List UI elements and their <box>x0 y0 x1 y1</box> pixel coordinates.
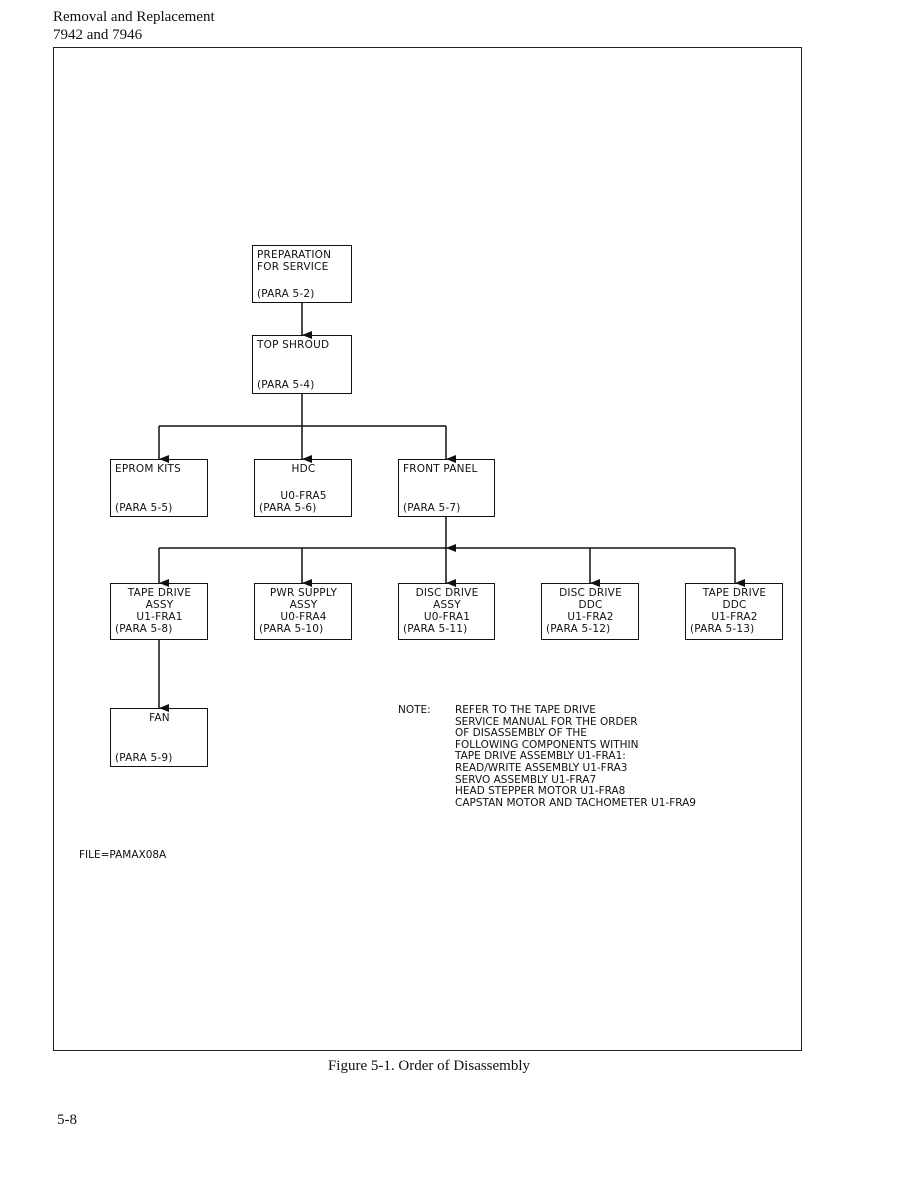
box-para: (PARA 5-2) <box>257 288 315 300</box>
box-subtitle: ASSY <box>145 599 174 611</box>
box-para: (PARA 5-10) <box>259 623 324 635</box>
box-fan: FAN (PARA 5-9) <box>110 708 208 767</box>
box-title: DISC DRIVE <box>415 587 479 599</box>
note-line: HEAD STEPPER MOTOR U1-FRA8 <box>455 785 626 798</box>
box-ref: U1-FRA2 <box>567 611 614 623</box>
box-ref: U0-FRA5 <box>280 490 327 502</box>
box-eprom-kits: EPROM KITS (PARA 5-5) <box>110 459 208 517</box>
box-title: FOR SERVICE <box>257 261 329 273</box>
box-para: (PARA 5-9) <box>115 752 173 764</box>
box-title: EPROM KITS <box>115 463 181 475</box>
manual-page: Removal and Replacement 7942 and 7946 PR… <box>0 0 918 1188</box>
box-title: FRONT PANEL <box>403 463 478 475</box>
page-number: 5-8 <box>57 1112 77 1128</box>
box-ref: U1-FRA1 <box>136 611 183 623</box>
box-para: (PARA 5-11) <box>403 623 468 635</box>
box-subtitle: DDC <box>578 599 603 611</box>
box-para: (PARA 5-12) <box>546 623 611 635</box>
note-block: NOTE: REFER TO THE TAPE DRIVE SERVICE MA… <box>398 704 696 809</box>
box-title: FAN <box>149 712 170 724</box>
note-line: READ/WRITE ASSEMBLY U1-FRA3 <box>455 761 628 774</box>
box-para: (PARA 5-13) <box>690 623 755 635</box>
box-title: DISC DRIVE <box>559 587 622 599</box>
box-ref: U1-FRA2 <box>711 611 758 623</box>
box-top-shroud: TOP SHROUD (PARA 5-4) <box>252 335 352 394</box>
box-preparation-for-service: PREPARATION FOR SERVICE (PARA 5-2) <box>252 245 352 303</box>
file-label: FILE=PAMAX08A <box>79 849 167 861</box>
box-tape-drive-ddc: TAPE DRIVE DDC U1-FRA2 (PARA 5-13) <box>685 583 783 640</box>
note-label: NOTE: <box>398 704 431 716</box>
box-title: PREPARATION <box>257 249 332 261</box>
box-para: (PARA 5-8) <box>115 623 173 635</box>
note-line: REFER TO THE TAPE DRIVE <box>455 704 596 716</box>
note-line: CAPSTAN MOTOR AND TACHOMETER U1-FRA9 <box>455 796 696 809</box>
box-disc-drive-ddc: DISC DRIVE DDC U1-FRA2 (PARA 5-12) <box>541 583 639 640</box>
box-subtitle: DDC <box>722 599 747 611</box>
box-ref: U0-FRA4 <box>280 611 327 623</box>
box-subtitle: ASSY <box>289 599 318 611</box>
box-subtitle: ASSY <box>433 599 461 611</box>
box-title: TAPE DRIVE <box>702 587 767 599</box>
figure-caption: Figure 5-1. Order of Disassembly <box>0 1058 918 1075</box>
figure-caption-text: Figure 5-1. Order of Disassembly <box>327 1058 531 1074</box>
note-text: REFER TO THE TAPE DRIVE SERVICE MANUAL F… <box>455 704 696 809</box>
box-para: (PARA 5-4) <box>257 379 315 391</box>
box-disc-drive-assy: DISC DRIVE ASSY U0-FRA1 (PARA 5-11) <box>398 583 495 640</box>
box-title: TOP SHROUD <box>257 339 330 351</box>
box-para: (PARA 5-5) <box>115 502 173 514</box>
box-title: HDC <box>291 463 316 475</box>
box-tape-drive-assy: TAPE DRIVE ASSY U1-FRA1 (PARA 5-8) <box>110 583 208 640</box>
box-para: (PARA 5-6) <box>259 502 317 514</box>
box-title: TAPE DRIVE <box>127 587 192 599</box>
box-hdc: HDC U0-FRA5 (PARA 5-6) <box>254 459 352 517</box>
box-front-panel: FRONT PANEL (PARA 5-7) <box>398 459 495 517</box>
box-ref: U0-FRA1 <box>423 611 471 623</box>
box-para: (PARA 5-7) <box>403 502 461 514</box>
box-title: PWR SUPPLY <box>269 587 338 599</box>
box-pwr-supply-assy: PWR SUPPLY ASSY U0-FRA4 (PARA 5-10) <box>254 583 352 640</box>
